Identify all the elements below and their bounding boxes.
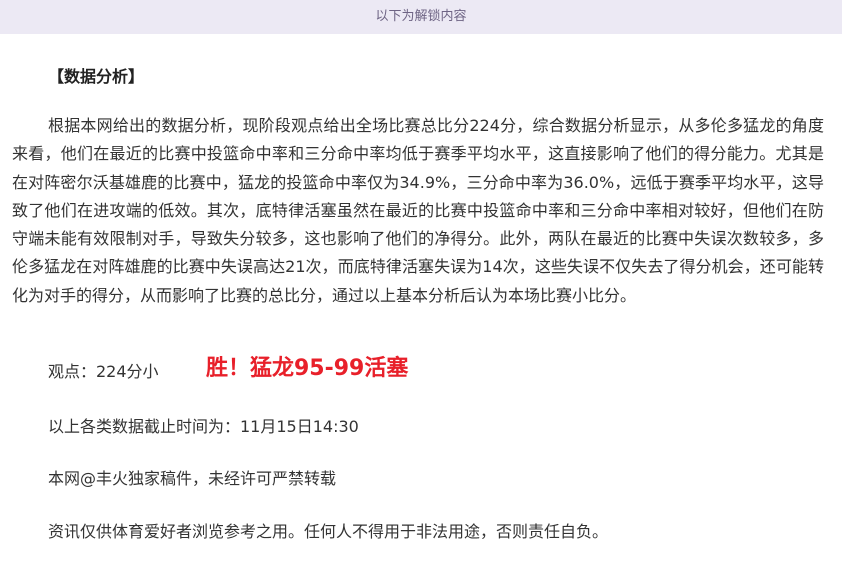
- opinion-label: 观点：224分小: [48, 362, 159, 381]
- unlock-banner: 以下为解锁内容: [0, 0, 842, 34]
- copyright-note: 本网@丰火独家稿件，未经许可严禁转载: [48, 469, 337, 488]
- article-content: 【数据分析】 根据本网给出的数据分析，现阶段观点给出全场比赛总比分224分，综合…: [0, 34, 842, 567]
- section-title: 【数据分析】: [48, 67, 145, 86]
- disclaimer-note: 资讯仅供体育爱好者浏览参考之用。任何人不得用于非法用途，否则责任自负。: [48, 522, 609, 541]
- data-cutoff-note: 以上各类数据截止时间为：11月15日14:30: [48, 417, 359, 436]
- unlock-banner-text: 以下为解锁内容: [375, 9, 467, 24]
- opinion-result: 胜！猛龙95-99活塞: [206, 356, 409, 381]
- analysis-paragraph: 根据本网给出的数据分析，现阶段观点给出全场比赛总比分224分，综合数据分析显示，…: [12, 116, 824, 305]
